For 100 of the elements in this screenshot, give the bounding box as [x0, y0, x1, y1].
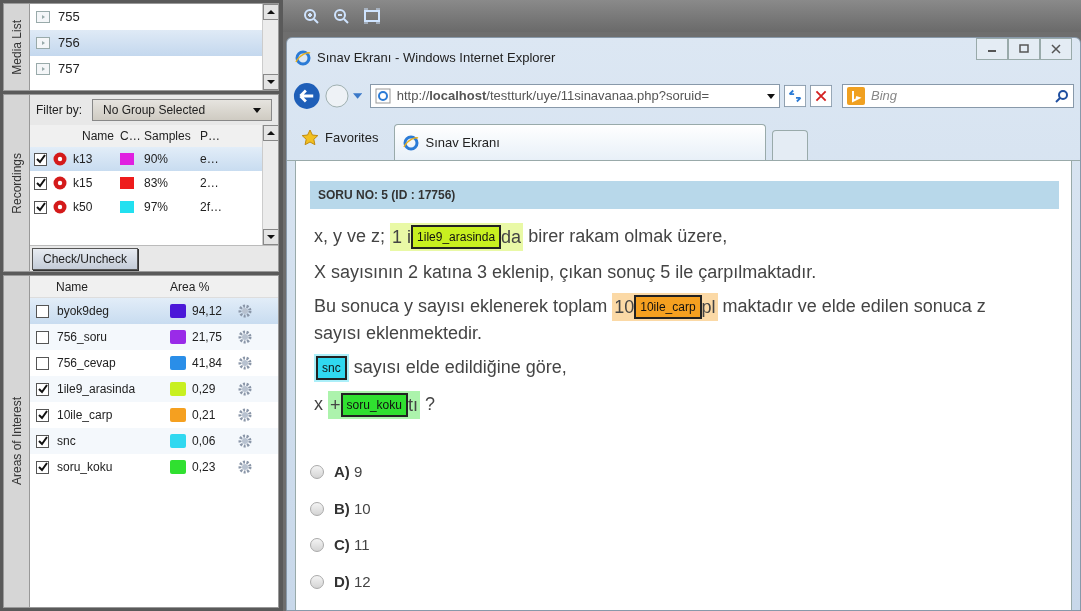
checkbox[interactable]	[34, 176, 47, 190]
checkbox[interactable]	[36, 434, 49, 448]
question-text: Bu sonuca y sayısı eklenerek toplam	[314, 294, 608, 318]
question-text: tı	[407, 394, 418, 417]
column-header[interactable]: Area %	[170, 277, 230, 296]
recording-name: k50	[73, 199, 93, 216]
checkbox[interactable]	[36, 460, 49, 474]
search-input[interactable]: Bing	[871, 86, 1049, 106]
aoi-label: 10ile_carp	[634, 295, 702, 319]
samples-cell-text: 83%	[144, 175, 170, 192]
option-label[interactable]: C) 11	[334, 534, 370, 557]
dropdown-caret-icon	[253, 107, 261, 113]
aoi-name: snc	[57, 433, 76, 450]
question-text: birer rakam olmak üzere,	[528, 224, 728, 248]
search-field[interactable]: Bing	[842, 84, 1074, 108]
aoi-row[interactable]: 756_soru 21,75	[30, 324, 278, 350]
filter-dropdown[interactable]: No Group Selected	[92, 99, 272, 121]
checkbox[interactable]	[36, 304, 49, 318]
checkbox[interactable]	[34, 200, 47, 214]
browser-tab[interactable]: Sınav Ekranı	[394, 124, 767, 160]
aoi-row[interactable]: snc 0,06	[30, 428, 278, 454]
media-list-item[interactable]: 757	[30, 56, 262, 82]
gear-icon[interactable]	[238, 460, 252, 474]
aoi-name: 1ile9_arasinda	[57, 381, 136, 398]
scrollbar[interactable]	[262, 4, 278, 90]
recording-row[interactable]: k13 90% e…	[30, 147, 262, 171]
radio-button[interactable]	[310, 538, 324, 553]
scroll-up-icon[interactable]	[263, 125, 278, 141]
back-button[interactable]	[293, 81, 321, 111]
question-text: sayısı eklenmektedir.	[314, 322, 483, 345]
maximize-icon	[1019, 44, 1029, 53]
question-text: 1 i	[392, 226, 412, 249]
checkbox[interactable]	[36, 382, 49, 396]
scrollbar[interactable]	[262, 125, 278, 245]
samples-cell-text: 97%	[144, 199, 170, 216]
column-header[interactable]: Name	[30, 277, 170, 296]
fit-screen-icon[interactable]	[363, 8, 381, 24]
column-header[interactable]: C…	[120, 127, 144, 145]
gear-icon[interactable]	[238, 304, 252, 318]
minimize-icon	[987, 50, 997, 52]
zoom-in-icon[interactable]	[303, 8, 319, 24]
aoi-label: soru_koku	[340, 393, 408, 417]
aoi-row[interactable]: 1ile9_arasinda 0,29	[30, 376, 278, 402]
area-cell-text: 94,12	[192, 303, 224, 320]
area-cell-text: 21,75	[192, 329, 224, 346]
checkbox[interactable]	[36, 330, 49, 344]
column-header[interactable]: Samples	[144, 127, 200, 145]
scroll-down-icon[interactable]	[263, 229, 278, 245]
maximize-button[interactable]	[1008, 38, 1040, 60]
window-title: Sınav Ekranı - Windows Internet Explorer	[317, 49, 557, 68]
gear-icon[interactable]	[238, 356, 252, 370]
video-file-icon	[36, 11, 50, 23]
gear-icon[interactable]	[238, 408, 252, 422]
radio-button[interactable]	[310, 574, 324, 589]
radio-button[interactable]	[310, 465, 324, 480]
area-cell-text: 0,06	[192, 433, 217, 450]
media-list-item[interactable]: 755	[30, 4, 262, 30]
column-header[interactable]: P…	[200, 127, 230, 145]
zoom-out-icon[interactable]	[333, 8, 349, 24]
check-uncheck-button[interactable]: Check/Uncheck	[32, 247, 139, 270]
question-text: sayısı elde edildiğine göre,	[353, 355, 567, 379]
favorites-button[interactable]: Favorites	[291, 119, 389, 157]
refresh-icon[interactable]	[783, 84, 806, 108]
scroll-up-icon[interactable]	[263, 4, 278, 20]
media-list-item[interactable]: 756	[30, 30, 262, 56]
option-label[interactable]: D) 12	[334, 570, 371, 593]
question-text: ?	[424, 392, 435, 416]
scroll-down-icon[interactable]	[263, 74, 278, 90]
gear-icon[interactable]	[238, 382, 252, 396]
dropdown-caret-icon[interactable]	[766, 93, 775, 99]
question-text: x, y ve z;	[314, 224, 385, 248]
recording-row[interactable]: k15 83% 2…	[30, 171, 262, 195]
aoi-name: soru_koku	[57, 459, 113, 476]
gear-icon[interactable]	[238, 434, 252, 448]
option-label[interactable]: B) 10	[334, 497, 371, 520]
close-button[interactable]	[1040, 38, 1072, 60]
gear-icon[interactable]	[238, 330, 252, 344]
column-header[interactable]: Name	[30, 127, 120, 145]
stop-icon[interactable]	[809, 84, 832, 108]
checkbox[interactable]	[36, 356, 49, 370]
area-cell-text: 0,23	[192, 459, 217, 476]
aoi-name: 10ile_carp	[57, 407, 113, 424]
close-icon	[1051, 44, 1061, 54]
radio-button[interactable]	[310, 501, 324, 516]
search-icon[interactable]	[1055, 89, 1069, 103]
page-icon	[374, 88, 391, 104]
record-icon	[53, 200, 67, 214]
checkbox[interactable]	[34, 152, 47, 166]
recording-row[interactable]: k50 97% 2f…	[30, 195, 262, 219]
section-tab[interactable]: Areas of Interest	[7, 397, 26, 486]
minimize-button[interactable]	[976, 38, 1008, 60]
video-file-icon	[36, 37, 50, 49]
address-text: http://localhost/testturk/uye/11sinavanaa.php?soruid=	[396, 87, 711, 106]
table-cell-text: e…	[200, 151, 220, 168]
aoi-row[interactable]: byok9deg 94,12	[30, 298, 278, 324]
option-label[interactable]: A) 9	[334, 461, 363, 484]
address-bar[interactable]: http://localhost/testturk/uye/11sinavanaa.php?soruid=	[369, 84, 780, 108]
checkbox[interactable]	[36, 408, 49, 422]
question-text: x	[314, 392, 323, 416]
question-text: da	[501, 226, 522, 249]
